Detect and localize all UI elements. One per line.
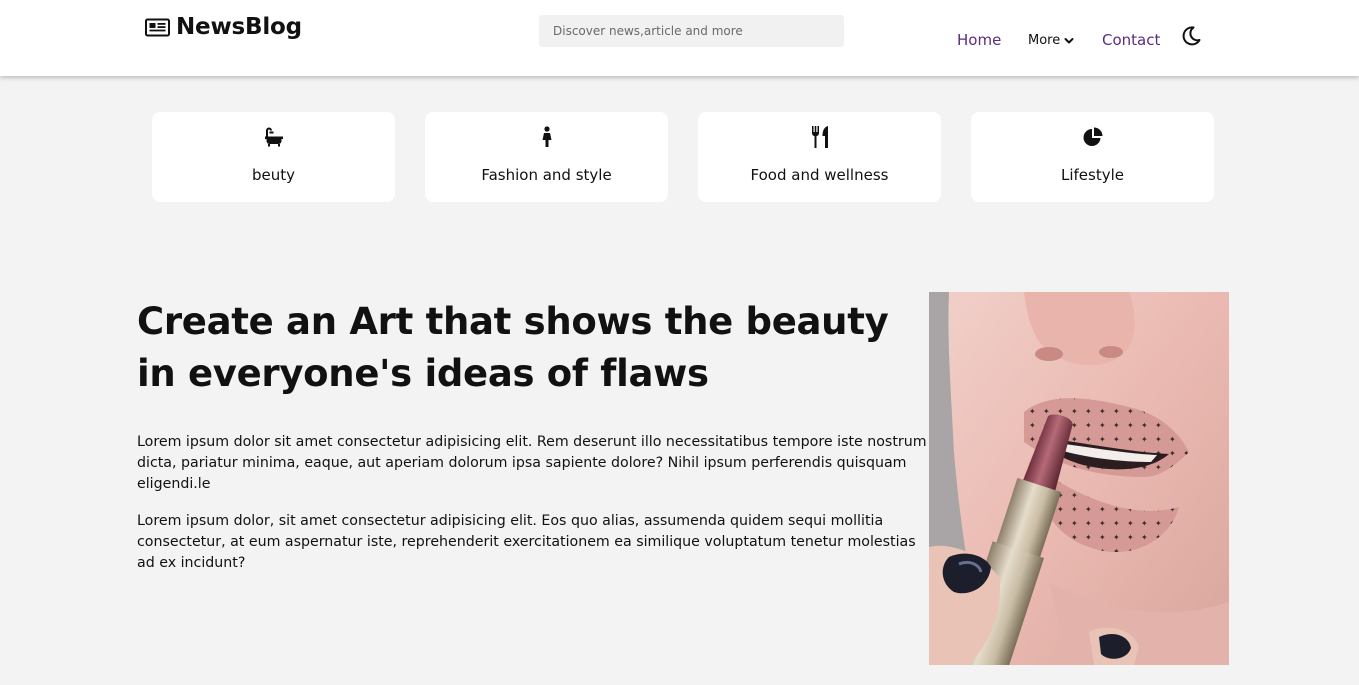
nav-home-link[interactable]: Home [957,31,1001,49]
article-paragraph: Lorem ipsum dolor, sit amet consectetur … [137,513,916,571]
category-label: Lifestyle [1060,166,1124,184]
nav-contact-link[interactable]: Contact [1102,31,1160,49]
category-card-beauty[interactable]: beuty [152,112,395,202]
category-card-food[interactable]: Food and wellness [698,112,941,202]
brand-logo[interactable]: NewsBlog [145,14,302,40]
brand-name: NewsBlog [176,14,302,40]
bathtub-icon [264,125,284,149]
chevron-down-icon [1064,36,1074,45]
category-label: Fashion and style [481,166,612,184]
category-card-lifestyle[interactable]: Lifestyle [971,112,1214,202]
category-label: beuty [251,166,295,184]
article-paragraph: Lorem ipsum dolor sit amet consectetur a… [137,434,927,492]
top-navbar: NewsBlog Home More Contact [0,0,1359,76]
female-figure-icon [541,125,553,149]
article-hero-image: ✦ [929,292,1229,665]
nav-more-dropdown[interactable]: More [1028,33,1074,48]
search-input[interactable] [539,15,844,47]
moon-icon[interactable] [1180,25,1202,47]
nav-more-label: More [1028,33,1061,48]
utensils-icon [810,125,830,149]
newspaper-icon [145,18,170,37]
category-label: Food and wellness [750,166,889,184]
category-card-fashion[interactable]: Fashion and style [425,112,668,202]
pie-chart-icon [1082,125,1104,149]
article-title: Create an Art that shows the beauty in e… [137,300,889,395]
